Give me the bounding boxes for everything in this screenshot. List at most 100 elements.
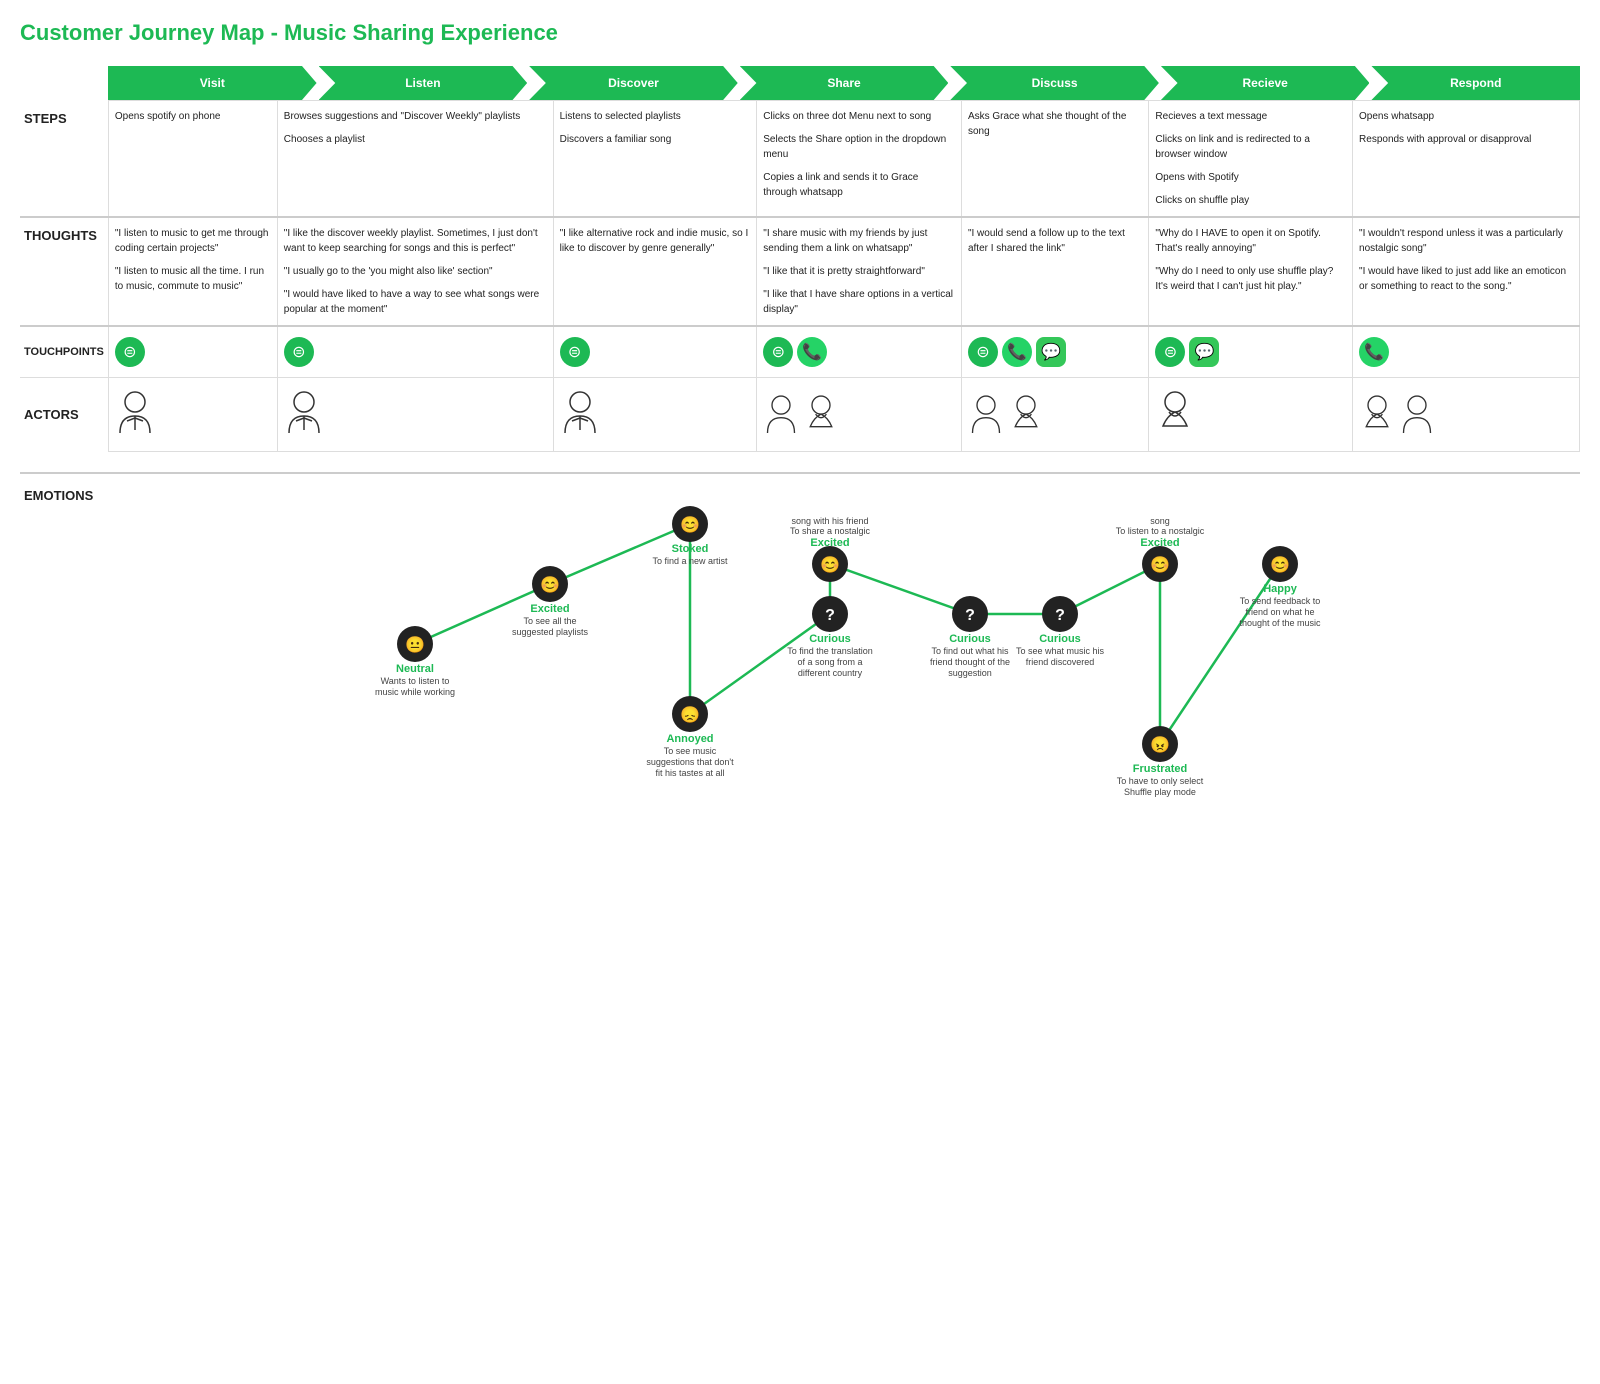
page-title: Customer Journey Map - Music Sharing Exp… [20,20,1580,46]
actors-recieve [1149,378,1353,452]
step-listen-1: Browses suggestions and "Discover Weekly… [284,109,547,124]
thought-recieve-2: "Why do I need to only use shuffle play?… [1155,264,1346,294]
whatsapp-icon-respond: 📞 [1359,337,1389,367]
thoughts-recieve: "Why do I HAVE to open it on Spotify. Th… [1149,217,1353,326]
emotion-frustrated-face: 😠 [1150,736,1170,754]
stage-discuss: Discuss [950,66,1159,100]
actor-discuss-male-avatar [968,392,1004,438]
actor-share-female-avatar [803,392,839,438]
thought-visit-1: "I listen to music to get me through cod… [115,226,271,256]
thought-discuss-1: "I would send a follow up to the text af… [968,226,1142,256]
spotify-icon-listen: ⊜ [284,337,314,367]
actor-discuss-female-avatar [1008,392,1044,438]
emotion-annoyed-label: Annoyed [666,733,713,745]
thought-listen-2: "I usually go to the 'you might also lik… [284,264,547,279]
emotion-annoyed-desc1: To see music [664,746,717,756]
touchpoints-recieve: ⊜ 💬 [1149,326,1353,378]
step-respond-1: Opens whatsapp [1359,109,1573,124]
step-respond-2: Responds with approval or disapproval [1359,132,1573,147]
step-recieve-4: Clicks on shuffle play [1155,193,1346,208]
emotion-curious-recieve-label: Curious [1039,633,1081,645]
emotion-excited-share-desc2: song with his friend [791,516,868,526]
actor-respond-female-avatar [1359,392,1395,438]
emotion-neutral-face: 😐 [405,636,425,654]
thought-listen-1: "I like the discover weekly playlist. So… [284,226,547,256]
emotion-curious-discuss-face: ? [965,607,975,624]
thought-share-2: "I like that it is pretty straightforwar… [763,264,955,279]
actor-share-male-avatar [763,392,799,438]
stage-visit: Visit [108,66,317,100]
emotion-curious-share-face: ? [825,607,835,624]
actor-recieve-female-avatar [1155,388,1195,438]
emotion-annoyed-face: 😞 [680,706,700,724]
title-highlight: Music Sharing Experience [284,20,558,45]
thoughts-row: THOUGHTS "I listen to music to get me th… [20,217,1580,326]
spotify-icon-visit: ⊜ [115,337,145,367]
touchpoints-respond: 📞 [1353,326,1580,378]
touchpoints-visit: ⊜ [108,326,277,378]
thought-listen-3: "I would have liked to have a way to see… [284,287,547,317]
stage-listen: Listen [319,66,528,100]
actor-discover-avatar [560,388,600,438]
emotion-neutral-desc1: Wants to listen to [381,676,450,686]
actors-label: ACTORS [20,378,108,452]
whatsapp-icon-share: 📞 [797,337,827,367]
emotion-excited-recieve-desc2: song [1150,516,1170,526]
emotion-happy-face: 😊 [1270,556,1290,574]
thought-recieve-1: "Why do I HAVE to open it on Spotify. Th… [1155,226,1346,256]
actors-respond [1353,378,1580,452]
emotion-excited-share-desc1: To share a nostalgic [790,526,871,536]
emotion-curious-discuss-label: Curious [949,633,991,645]
step-share-1: Clicks on three dot Menu next to song [763,109,955,124]
emotions-chart: 😐 Neutral Wants to listen to music while… [100,484,1580,804]
emotion-excited-listen-face: 😊 [540,576,560,594]
step-discuss-1: Asks Grace what she thought of the song [968,109,1142,139]
spotify-icon-discover: ⊜ [560,337,590,367]
steps-discuss: Asks Grace what she thought of the song [961,101,1148,218]
imessage-icon-recieve: 💬 [1189,337,1219,367]
step-recieve-1: Recieves a text message [1155,109,1346,124]
actors-discover [553,378,757,452]
actors-share [757,378,962,452]
thoughts-respond: "I wouldn't respond unless it was a part… [1353,217,1580,326]
actor-respond-male-avatar [1399,392,1435,438]
emotion-curious-share-desc3: different country [798,668,863,678]
spotify-icon-recieve: ⊜ [1155,337,1185,367]
emotions-content: 😐 Neutral Wants to listen to music while… [100,484,1580,807]
touchpoints-row: TOUCHPOINTS ⊜ ⊜ ⊜ ⊜ 📞 ⊜ 📞 [20,326,1580,378]
touchpoints-label: TOUCHPOINTS [20,326,108,378]
steps-label: STEPS [20,101,108,218]
step-recieve-3: Opens with Spotify [1155,170,1346,185]
emotion-annoyed-desc2: suggestions that don't [646,757,734,767]
touchpoints-listen: ⊜ [277,326,553,378]
emotion-happy-desc1: To send feedback to [1240,596,1321,606]
emotion-excited-listen-desc1: To see all the [523,616,576,626]
stage-recieve: Recieve [1161,66,1370,100]
step-discover-1: Listens to selected playlists [560,109,751,124]
actors-listen [277,378,553,452]
emotion-curious-recieve-desc1: To see what music his [1016,646,1105,656]
step-listen-2: Chooses a playlist [284,132,547,147]
steps-respond: Opens whatsapp Responds with approval or… [1353,101,1580,218]
steps-visit: Opens spotify on phone [108,101,277,218]
emotion-excited-recieve-desc1: To listen to a nostalgic [1116,526,1205,536]
spotify-icon-share: ⊜ [763,337,793,367]
title-prefix: Customer Journey Map - [20,20,284,45]
emotion-neutral-label: Neutral [396,663,434,675]
emotion-frustrated-desc1: To have to only select [1117,776,1204,786]
emotion-frustrated-label: Frustrated [1133,763,1187,775]
emotions-label: EMOTIONS [20,484,100,807]
stage-discover: Discover [529,66,738,100]
emotion-curious-recieve-desc2: friend discovered [1026,657,1095,667]
emotions-section: EMOTIONS 😐 Neutral Wants to listen to mu… [20,472,1580,807]
thoughts-share: "I share music with my friends by just s… [757,217,962,326]
emotion-curious-recieve-face: ? [1055,607,1065,624]
emotion-curious-share-desc1: To find the translation [787,646,873,656]
steps-recieve: Recieves a text message Clicks on link a… [1149,101,1353,218]
step-share-3: Copies a link and sends it to Grace thro… [763,170,955,200]
thought-respond-2: "I would have liked to just add like an … [1359,264,1573,294]
emotion-curious-discuss-desc2: friend thought of the [930,657,1010,667]
actor-visit-avatar [115,388,155,438]
spotify-icon-discuss: ⊜ [968,337,998,367]
steps-discover: Listens to selected playlists Discovers … [553,101,757,218]
